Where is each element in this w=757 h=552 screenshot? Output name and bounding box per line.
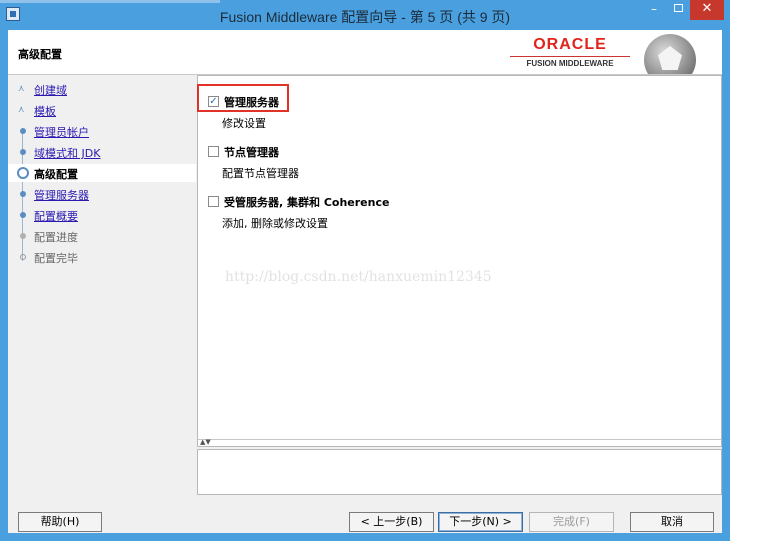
splitter-grip-icon: ▲▼ (200, 438, 211, 446)
finish-button: 完成(F) (529, 512, 614, 532)
highlight-box (197, 84, 289, 112)
window-title: Fusion Middleware 配置向导 - 第 5 页 (共 9 页) (219, 9, 511, 25)
step-dot-icon (20, 191, 26, 197)
panel-splitter[interactable]: ▲▼ (198, 438, 721, 446)
nav-step-label: 管理服务器 (34, 189, 89, 202)
page-title: 高级配置 (18, 48, 62, 61)
option-description: 配置节点管理器 (222, 167, 299, 180)
oracle-wordmark: ORACLE (533, 36, 607, 53)
step-done-icon: ⋏ (18, 105, 25, 115)
step-dot-icon (20, 149, 26, 155)
nav-step-label: 高级配置 (34, 168, 78, 181)
minimize-button[interactable]: – (642, 0, 666, 20)
node-manager-checkbox[interactable] (208, 146, 219, 157)
nav-step-advanced-config[interactable]: 高级配置 (8, 164, 196, 182)
step-done-icon: ⋏ (18, 84, 25, 94)
nav-step-templates[interactable]: ⋏ 模板 (8, 101, 196, 119)
oracle-logo: ORACLE FUSION MIDDLEWARE (510, 37, 630, 68)
managed-servers-checkbox[interactable] (208, 196, 219, 207)
maximize-icon (673, 4, 683, 12)
step-navigator: ⋏ 创建域 ⋏ 模板 管理员帐户 域模式和 JDK 高级配置 管理服务器 配置概… (8, 75, 196, 491)
detail-panel (197, 449, 722, 495)
back-button[interactable]: < 上一步(B) (349, 512, 434, 532)
nav-step-config-progress: 配置进度 (8, 227, 196, 245)
wizard-client: 高级配置 ORACLE FUSION MIDDLEWARE ⋏ 创建域 ⋏ 模板 (8, 30, 722, 533)
option-title: 受管服务器, 集群和 Coherence (224, 196, 390, 209)
step-dot-icon (20, 128, 26, 134)
maximize-button[interactable] (666, 0, 690, 20)
button-bar: 帮助(H) < 上一步(B) 下一步(N) > 完成(F) 取消 (8, 500, 722, 533)
nav-step-config-complete: 配置完毕 (8, 248, 196, 266)
title-bar-accent (0, 0, 220, 3)
cancel-button[interactable]: 取消 (630, 512, 714, 532)
nav-step-create-domain[interactable]: ⋏ 创建域 (8, 80, 196, 98)
nav-step-domain-mode-jdk[interactable]: 域模式和 JDK (8, 143, 196, 161)
watermark-text: http://blog.csdn.net/hanxuemin12345 (225, 269, 492, 285)
nav-step-label: 域模式和 JDK (34, 147, 101, 160)
step-dot-icon (20, 233, 26, 239)
options-panel: ✓ 管理服务器 修改设置 节点管理器 配置节点管理器 受管服务器, 集群和 Co… (197, 75, 722, 447)
title-bar[interactable]: Fusion Middleware 配置向导 - 第 5 页 (共 9 页) –… (0, 0, 730, 30)
nav-step-label: 配置概要 (34, 210, 78, 223)
option-description: 添加, 删除或修改设置 (222, 217, 328, 230)
next-button[interactable]: 下一步(N) > (438, 512, 523, 532)
nav-step-label: 创建域 (34, 84, 67, 97)
nav-step-admin-account[interactable]: 管理员帐户 (8, 122, 196, 140)
step-ring-icon (20, 254, 26, 260)
option-title: 节点管理器 (224, 146, 279, 159)
nav-step-label: 配置完毕 (34, 252, 78, 265)
option-description: 修改设置 (222, 117, 266, 130)
nav-step-label: 管理员帐户 (34, 126, 89, 139)
close-button[interactable]: ✕ (690, 0, 724, 20)
step-dot-icon (20, 212, 26, 218)
step-current-icon (17, 167, 29, 179)
nav-step-label: 配置进度 (34, 231, 78, 244)
fusion-middleware-wordmark: FUSION MIDDLEWARE (510, 56, 630, 68)
product-badge-icon (640, 32, 698, 74)
page-header: 高级配置 ORACLE FUSION MIDDLEWARE (8, 30, 722, 75)
nav-step-admin-server[interactable]: 管理服务器 (8, 185, 196, 203)
nav-step-label: 模板 (34, 105, 56, 118)
help-button[interactable]: 帮助(H) (18, 512, 102, 532)
nav-step-config-summary[interactable]: 配置概要 (8, 206, 196, 224)
wizard-window: Fusion Middleware 配置向导 - 第 5 页 (共 9 页) –… (0, 0, 730, 541)
